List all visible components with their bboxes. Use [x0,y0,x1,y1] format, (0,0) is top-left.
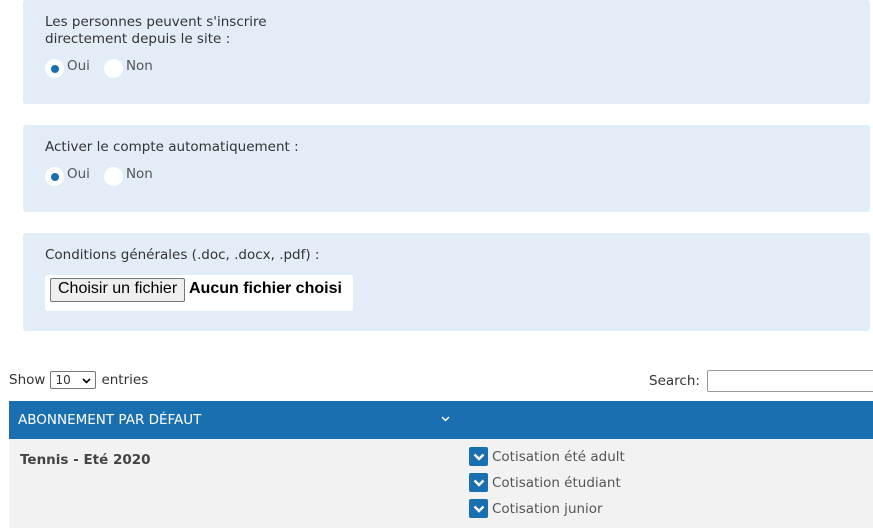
option-item[interactable]: Cotisation été adult [469,447,625,466]
terms-label: Conditions générales (.doc, .docx, .pdf)… [45,247,320,263]
autoactivate-radio-group: Oui Non [45,165,167,186]
signup-label-line2: directement depuis le site : [45,31,231,47]
option-item[interactable]: Cotisation junior [469,499,603,518]
autoactivate-yes-label: Oui [67,165,90,182]
terms-panel: Conditions générales (.doc, .docx, .pdf)… [23,233,870,331]
column-header-subscription[interactable]: ABONNEMENT PAR DÉFAUT [18,412,201,428]
signup-label-line1: Les personnes peuvent s'inscrire [45,14,267,30]
autoactivate-no-label: Non [125,165,153,182]
chevron-check-icon[interactable] [469,447,488,466]
chevron-down-icon [82,373,92,387]
signup-yes-label: Oui [67,57,90,74]
option-label: Cotisation étudiant [492,474,621,491]
option-label: Cotisation été adult [492,448,625,465]
search-control: Search: [649,370,873,392]
file-input: Choisir un fichier Aucun fichier choisi [45,275,353,311]
file-status: Aucun fichier choisi [189,280,342,297]
option-item[interactable]: Cotisation étudiant [469,473,621,492]
page-size-select[interactable]: 10 [50,371,97,389]
signup-yes-radio[interactable] [45,59,64,78]
choose-file-button[interactable]: Choisir un fichier [50,278,186,302]
page-size-value: 10 [55,373,71,387]
table-row: Tennis - Eté 2020 Cotisation été adult C… [9,439,873,528]
autoactivate-panel: Activer le compte automatiquement : Oui … [23,125,870,212]
chevron-check-icon[interactable] [469,499,488,518]
autoactivate-label: Activer le compte automatiquement : [45,139,299,155]
signup-label: Les personnes peuvent s'inscrire directe… [45,14,267,48]
table-header: ABONNEMENT PAR DÉFAUT [9,401,873,439]
signup-radio-group: Oui Non [45,57,167,78]
row-name: Tennis - Eté 2020 [20,452,151,468]
page-size-control: Show 10 entries [9,371,148,389]
entries-label: entries [101,372,149,388]
sort-chevron-icon[interactable] [441,411,450,425]
show-label: Show [9,372,46,388]
search-label: Search: [649,373,700,389]
chevron-check-icon[interactable] [469,473,488,492]
autoactivate-no-radio[interactable] [103,167,123,186]
signup-no-label: Non [125,57,153,74]
signup-no-radio[interactable] [103,59,123,78]
autoactivate-yes-radio[interactable] [45,167,64,186]
signup-panel: Les personnes peuvent s'inscrire directe… [23,0,870,104]
option-label: Cotisation junior [492,500,603,517]
search-input[interactable] [706,370,873,392]
